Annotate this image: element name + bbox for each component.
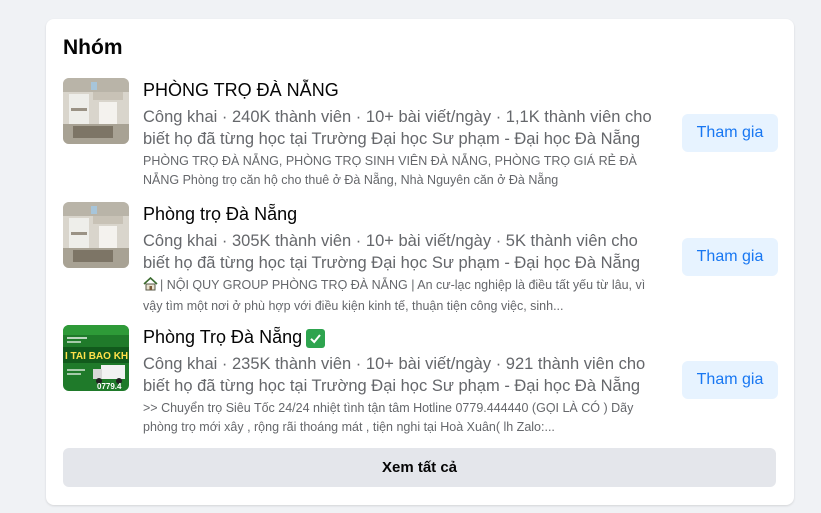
house-icon: [143, 276, 158, 297]
banner-phone: 0779.4: [97, 382, 122, 391]
join-button[interactable]: Tham gia: [682, 238, 778, 276]
group-name[interactable]: Phòng Trọ Đà Nẵng: [143, 327, 302, 347]
section-title: Nhóm: [63, 36, 123, 59]
group-name[interactable]: Phòng trọ Đà Nẵng: [143, 204, 297, 225]
group-name[interactable]: PHÒNG TRỌ ĐÀ NẴNG: [143, 80, 339, 101]
room-interior-photo-icon: [63, 78, 129, 144]
group-item: I TAI BAO KH 0779.4 Phòng Trọ Đà Nẵng Cô…: [63, 325, 778, 435]
group-name-wrap[interactable]: Phòng Trọ Đà Nẵng: [143, 327, 326, 348]
group-meta: Công khai · 305K thành viên · 10+ bài vi…: [143, 232, 641, 272]
group-description: | NỘI QUY GROUP PHÒNG TRỌ ĐÀ NẴNG | An c…: [143, 278, 646, 313]
group-item: Phòng trọ Đà Nẵng Công khai · 305K thành…: [63, 202, 778, 313]
join-button[interactable]: Tham gia: [682, 114, 778, 152]
join-button[interactable]: Tham gia: [682, 361, 778, 399]
group-description: >> Chuyển trọ Siêu Tốc 24/24 nhiệt tình …: [143, 401, 634, 434]
see-all-button[interactable]: Xem tất cả: [63, 448, 776, 487]
group-meta: Công khai · 240K thành viên · 10+ bài vi…: [143, 108, 652, 148]
groups-card: Nhóm PHÒNG TRỌ ĐÀ NẴNG Công khai · 240K …: [46, 19, 794, 505]
group-description-wrap: | NỘI QUY GROUP PHÒNG TRỌ ĐÀ NẴNG | An c…: [143, 276, 668, 313]
moving-truck-banner-icon: I TAI BAO KH 0779.4: [63, 325, 129, 391]
green-check-icon: [306, 329, 326, 348]
group-description: PHÒNG TRỌ ĐÀ NẴNG, PHÒNG TRỌ SINH VIÊN Đ…: [143, 154, 637, 187]
group-item: PHÒNG TRỌ ĐÀ NẴNG Công khai · 240K thành…: [63, 78, 778, 188]
group-meta: Công khai · 235K thành viên · 10+ bài vi…: [143, 355, 646, 395]
group-thumbnail[interactable]: [63, 202, 129, 268]
room-interior-photo-icon: [63, 202, 129, 268]
group-thumbnail[interactable]: I TAI BAO KH 0779.4: [63, 325, 129, 391]
group-thumbnail[interactable]: [63, 78, 129, 144]
banner-text: I TAI BAO KH: [65, 351, 128, 362]
